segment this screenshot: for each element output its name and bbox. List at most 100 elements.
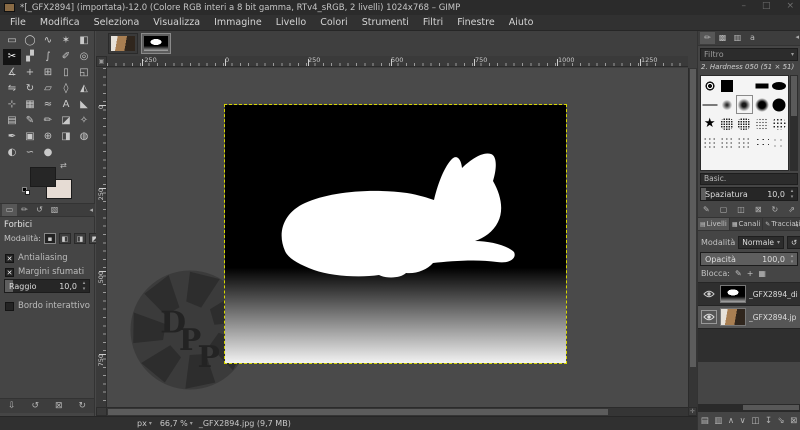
- close-button[interactable]: ×: [786, 1, 794, 11]
- horizontal-scrollbar[interactable]: [107, 407, 688, 416]
- tool-foreground-select[interactable]: ▞: [21, 49, 39, 65]
- tool-gradient[interactable]: ▤: [3, 113, 21, 129]
- menu-livello[interactable]: Livello: [269, 17, 314, 28]
- tool-eraser[interactable]: ◪: [57, 113, 75, 129]
- spacing-slider[interactable]: Spaziatura 10,0 ▴ ▾: [700, 187, 798, 201]
- brush-dots3[interactable]: [736, 133, 753, 152]
- layer-row-photo[interactable]: _GFX2894.jp: [698, 306, 800, 329]
- layers-dock-menu-button[interactable]: ◂: [794, 221, 798, 229]
- lower-layer-button[interactable]: ∨: [740, 416, 746, 426]
- open-brush-as-image-button[interactable]: ⇗: [788, 205, 795, 214]
- layer-row-mask[interactable]: _GFX2894_di: [698, 283, 800, 306]
- brush-tex2[interactable]: [736, 114, 753, 133]
- edit-brush-button[interactable]: ✎: [703, 205, 710, 214]
- lock-pixels-button[interactable]: ✎: [735, 269, 742, 278]
- maximize-button[interactable]: □: [762, 1, 771, 11]
- duplicate-layer-button[interactable]: ◫: [751, 416, 759, 426]
- tool-measure[interactable]: ∡: [3, 65, 21, 81]
- tool-n-point-deformation[interactable]: ⊹: [3, 97, 21, 113]
- tool-rectangle-select[interactable]: ▭: [3, 33, 21, 49]
- tool-bucket-fill[interactable]: ◣: [75, 97, 93, 113]
- canvas-viewport[interactable]: D P P: [107, 68, 688, 407]
- brush-bar[interactable]: [753, 76, 770, 95]
- layer-visibility-photo[interactable]: [701, 310, 717, 324]
- layer-mode-switch[interactable]: ↺ ▾: [787, 235, 800, 249]
- tab-brushes-tab-icon[interactable]: ✏: [700, 32, 715, 44]
- tool-convolve-blur[interactable]: ◍: [75, 129, 93, 145]
- tool-paths[interactable]: ∫: [39, 49, 57, 65]
- brush-soft2[interactable]: [735, 95, 754, 114]
- feather-edges-option[interactable]: ✕ Margini sfumati: [5, 267, 84, 277]
- brush-tag-entry[interactable]: Basic.: [700, 173, 798, 185]
- brush-tex1[interactable]: [718, 114, 735, 133]
- mode-subtract-button[interactable]: ◨: [73, 233, 86, 244]
- layers-scrollbar[interactable]: [698, 404, 800, 412]
- brush-ellipse[interactable]: [771, 76, 788, 95]
- brush-line[interactable]: [701, 95, 718, 114]
- lock-alpha-button[interactable]: ▦: [758, 269, 766, 278]
- brush-filter-combo[interactable]: Filtro ▾: [700, 48, 798, 61]
- tool-select-by-color[interactable]: ◧: [75, 33, 93, 49]
- layer-visibility-mask[interactable]: [701, 287, 717, 301]
- tool-shear[interactable]: ▱: [39, 81, 57, 97]
- tool-dodge-burn[interactable]: ◐: [3, 145, 21, 161]
- image-layer-mask[interactable]: [224, 104, 567, 364]
- foreground-color-swatch[interactable]: [30, 167, 56, 187]
- tab-images-tab-icon[interactable]: ▧: [47, 204, 62, 216]
- tool-paintbrush[interactable]: ✏: [39, 113, 57, 129]
- tool-clone[interactable]: ▣: [21, 129, 39, 145]
- tool-rotate[interactable]: ↻: [21, 81, 39, 97]
- tool-smudge[interactable]: ∽: [21, 145, 39, 161]
- layers-scroll-thumb[interactable]: [742, 405, 799, 410]
- tool-airbrush[interactable]: ✧: [75, 113, 93, 129]
- image-tab-mask[interactable]: [141, 33, 171, 54]
- new-layer-button[interactable]: ▤: [701, 416, 709, 426]
- tool-cage-transform[interactable]: ▦: [21, 97, 39, 113]
- layer-mode-combo[interactable]: Normale ▾: [738, 235, 785, 249]
- menu-modifica[interactable]: Modifica: [33, 17, 87, 28]
- opacity-slider[interactable]: Opacità 100,0 ▴ ▾: [700, 252, 798, 266]
- interactive-boundary-option[interactable]: ✕ Bordo interattivo: [5, 301, 90, 311]
- tool-text[interactable]: A: [57, 97, 75, 113]
- radius-spinner[interactable]: ▴ ▾: [80, 280, 88, 292]
- opacity-spinner[interactable]: ▴ ▾: [788, 253, 796, 265]
- menu-colori[interactable]: Colori: [313, 17, 354, 28]
- unit-combo[interactable]: px ▾: [135, 419, 154, 428]
- menu-immagine[interactable]: Immagine: [207, 17, 269, 28]
- lock-position-button[interactable]: +: [747, 269, 754, 278]
- image-tab-photo[interactable]: [108, 33, 138, 54]
- brush-soft3[interactable]: [753, 95, 770, 114]
- save-tool-preset-button[interactable]: ⇩: [8, 401, 16, 411]
- tab-gradients-tab-icon[interactable]: ▥: [730, 32, 745, 44]
- tool-fuzzy-select[interactable]: ✶: [57, 33, 75, 49]
- new-brush-button[interactable]: ▢: [720, 205, 728, 214]
- brush-grid-scrollbar[interactable]: [790, 75, 798, 171]
- dock-page-livelli[interactable]: ▤ Livelli: [698, 218, 730, 230]
- new-layer-group-button[interactable]: ▥: [714, 416, 722, 426]
- brush-circle[interactable]: [771, 95, 788, 114]
- tab-tool-options-tab-icon[interactable]: ▭: [2, 204, 17, 216]
- restore-tool-preset-button[interactable]: ↺: [31, 401, 39, 411]
- brush-square[interactable]: [718, 76, 735, 95]
- vscroll-thumb[interactable]: [690, 69, 696, 368]
- delete-brush-button[interactable]: ⊠: [755, 205, 762, 214]
- brush-soft1[interactable]: [718, 95, 735, 114]
- default-colors-icon[interactable]: [22, 187, 31, 196]
- zoom-combo[interactable]: 66,7 % ▾: [157, 419, 195, 428]
- menu-finestre[interactable]: Finestre: [450, 17, 502, 28]
- brush-dots2[interactable]: [718, 133, 735, 152]
- delete-tool-preset-button[interactable]: ⊠: [55, 401, 63, 411]
- tab-undo-history-tab-icon[interactable]: ↺: [32, 204, 47, 216]
- menu-strumenti[interactable]: Strumenti: [355, 17, 416, 28]
- dock-menu-button[interactable]: ◂: [89, 206, 93, 214]
- tool-move[interactable]: +: [21, 65, 39, 81]
- vertical-scrollbar[interactable]: [688, 68, 697, 407]
- brush-dots5[interactable]: [771, 133, 788, 152]
- menu-aiuto[interactable]: Aiuto: [502, 17, 541, 28]
- antialiasing-option[interactable]: ✕ Antialiasing: [5, 253, 68, 263]
- tab-fonts-tab-icon[interactable]: a: [745, 32, 760, 44]
- tab-device-status-tab-icon[interactable]: ✏: [17, 204, 32, 216]
- tool-ink[interactable]: ✒: [3, 129, 21, 145]
- tool-crop[interactable]: ▯: [57, 65, 75, 81]
- brush-blank[interactable]: [736, 76, 753, 95]
